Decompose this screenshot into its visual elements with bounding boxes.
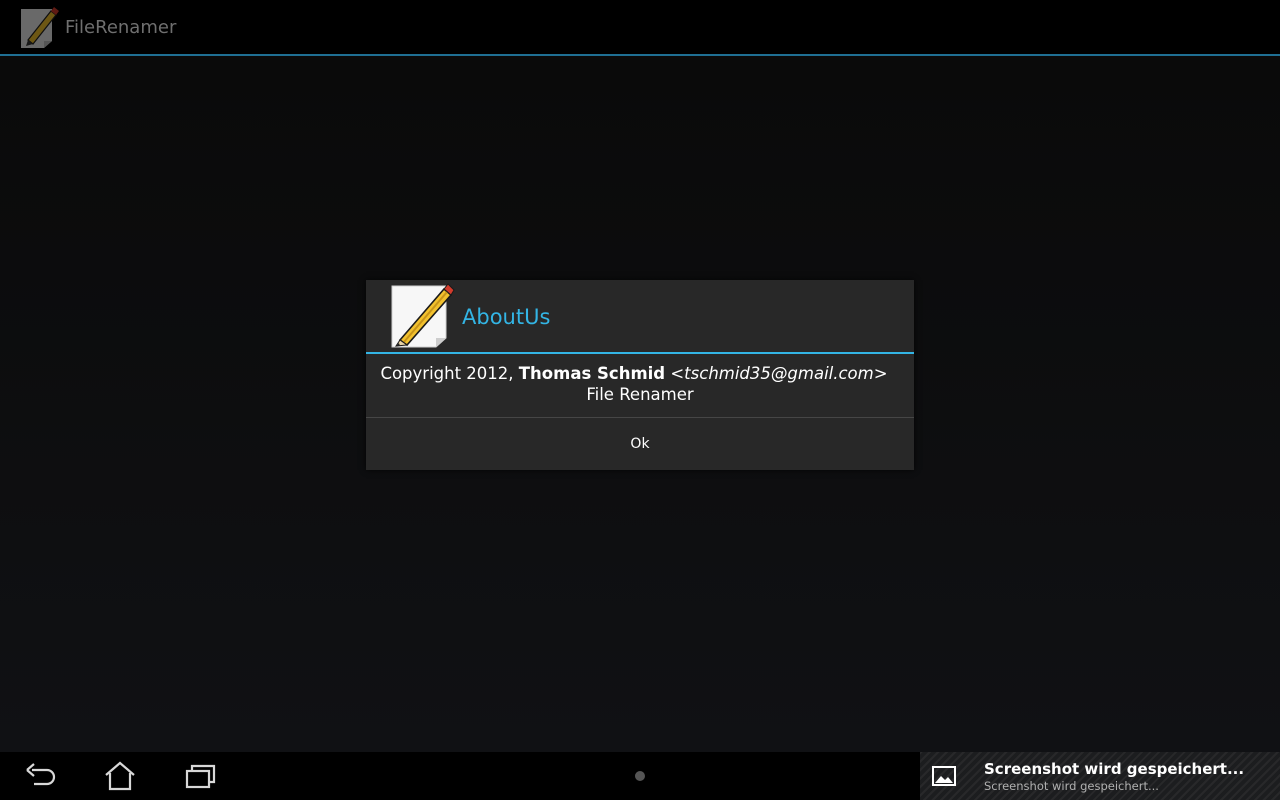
back-arrow-icon[interactable]: [20, 760, 60, 792]
dialog-message: Copyright 2012, Thomas Schmid <tschmid35…: [366, 363, 914, 405]
notification-title: Screenshot wird gespeichert...: [984, 760, 1245, 778]
navigation-bar: Screenshot wird gespeichert... Screensho…: [0, 752, 1280, 800]
about-dialog: AboutUs Copyright 2012, Thomas Schmid <t…: [366, 280, 914, 470]
screen: FileRenamer AboutUs Copyright 2012, Thom…: [0, 0, 1280, 800]
app-title: FileRenamer: [65, 17, 177, 38]
ok-button[interactable]: Ok: [366, 418, 914, 470]
dialog-header: AboutUs: [366, 280, 914, 354]
author-name: Thomas Schmid: [518, 364, 666, 383]
home-icon[interactable]: [100, 760, 140, 792]
notification-ticker[interactable]: Screenshot wird gespeichert... Screensho…: [920, 752, 1280, 800]
pencil-note-icon: [391, 283, 455, 348]
app-name-line: File Renamer: [586, 385, 694, 404]
copyright-prefix: Copyright 2012,: [380, 364, 519, 383]
notification-subtitle: Screenshot wird gespeichert...: [984, 779, 1159, 793]
dialog-title: AboutUs: [462, 305, 551, 329]
recent-apps-icon[interactable]: [180, 760, 220, 792]
copyright-line: Copyright 2012, Thomas Schmid <tschmid35…: [360, 363, 908, 384]
author-email: <tschmid35@gmail.com>: [670, 364, 888, 383]
nav-indicator-dot: [635, 771, 645, 781]
image-icon: [932, 766, 956, 786]
pencil-note-icon[interactable]: [18, 5, 60, 49]
action-bar: FileRenamer: [0, 0, 1280, 56]
